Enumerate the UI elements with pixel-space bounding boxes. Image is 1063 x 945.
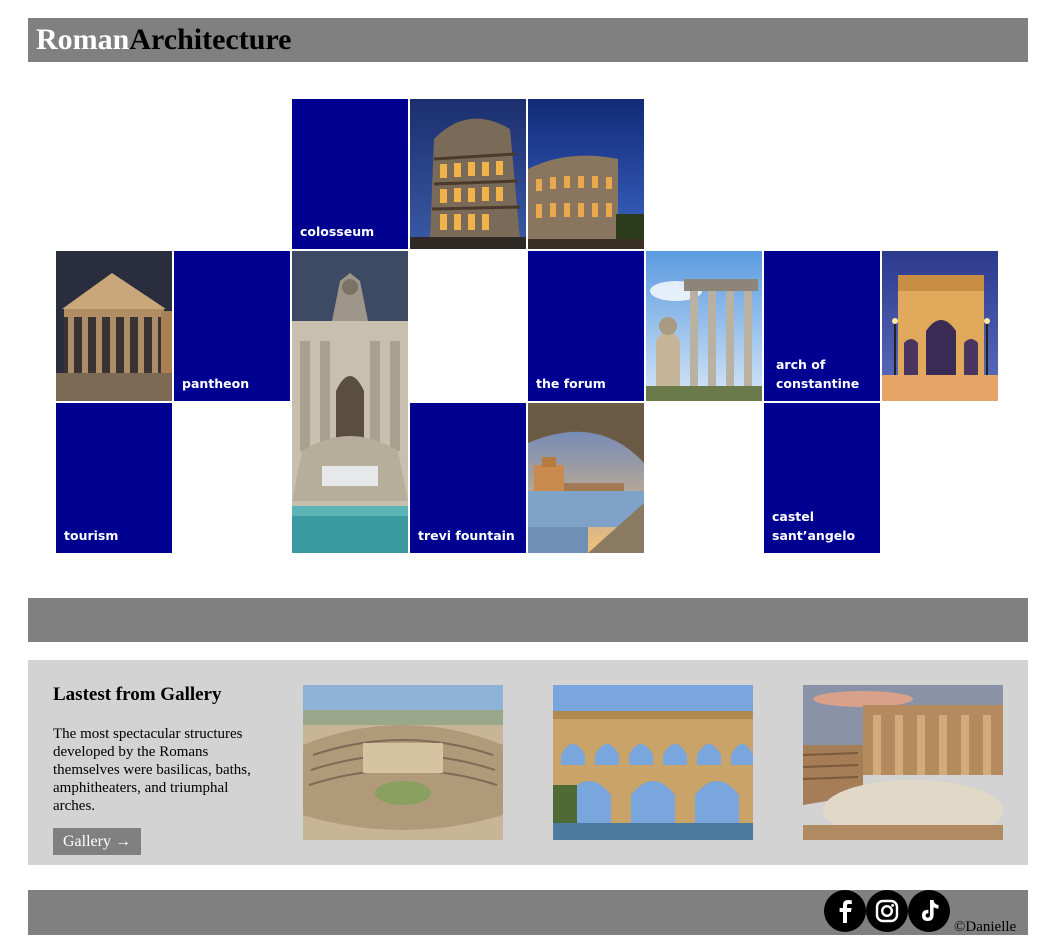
gallery-section: Lastest from Gallery The most spectacula… <box>28 660 1028 865</box>
instagram-icon[interactable] <box>866 890 908 932</box>
tile-label-colosseum: colosseum <box>300 224 375 239</box>
tile-label-the-forum: the forum <box>536 376 606 391</box>
tile-tourism[interactable]: tourism <box>56 403 172 553</box>
tile-trevi-fountain[interactable]: trevi fountain <box>410 403 526 553</box>
tile-the-forum[interactable]: the forum <box>528 251 644 401</box>
tile-label-arch-of-constantine: arch of constantine <box>776 357 860 391</box>
gallery-photo-theatre-ruins[interactable] <box>803 685 1003 840</box>
arch-of-constantine-photo <box>882 251 998 401</box>
tile-label-tourism: tourism <box>64 528 119 543</box>
tile-label-pantheon: pantheon <box>182 376 250 391</box>
tiktok-icon[interactable] <box>908 890 950 932</box>
gallery-photo-amphitheater[interactable] <box>303 685 503 840</box>
copyright-text: ©Danielle <box>954 919 1017 935</box>
roman-forum-photo <box>646 251 762 401</box>
tile-label-castel-santangelo: castel sant’angelo <box>772 509 856 543</box>
castel-santangelo-photo <box>528 403 644 553</box>
section-divider-bar <box>28 598 1028 642</box>
colosseum-night-photo <box>410 99 526 249</box>
tile-castel-santangelo[interactable]: castel sant’angelo <box>764 403 880 553</box>
site-footer: ©Danielle <box>28 890 1028 935</box>
tile-colosseum[interactable]: colosseum <box>292 99 408 249</box>
tile-label-trevi-fountain: trevi fountain <box>418 528 515 543</box>
photo-tile-grid: colosseum pantheon the forum arch of con… <box>0 0 1063 560</box>
gallery-description: The most spectacular structures develope… <box>53 726 251 814</box>
pantheon-photo <box>56 251 172 401</box>
tile-arch-of-constantine[interactable]: arch of constantine <box>764 251 880 401</box>
colosseum-dusk-photo <box>528 99 644 249</box>
tile-pantheon[interactable]: pantheon <box>174 251 290 401</box>
gallery-button[interactable]: Gallery → <box>53 828 141 855</box>
gallery-photo-aqueduct[interactable] <box>553 685 753 840</box>
facebook-icon[interactable] <box>824 890 866 932</box>
gallery-heading: Lastest from Gallery <box>53 684 222 705</box>
trevi-fountain-photo <box>292 251 408 553</box>
